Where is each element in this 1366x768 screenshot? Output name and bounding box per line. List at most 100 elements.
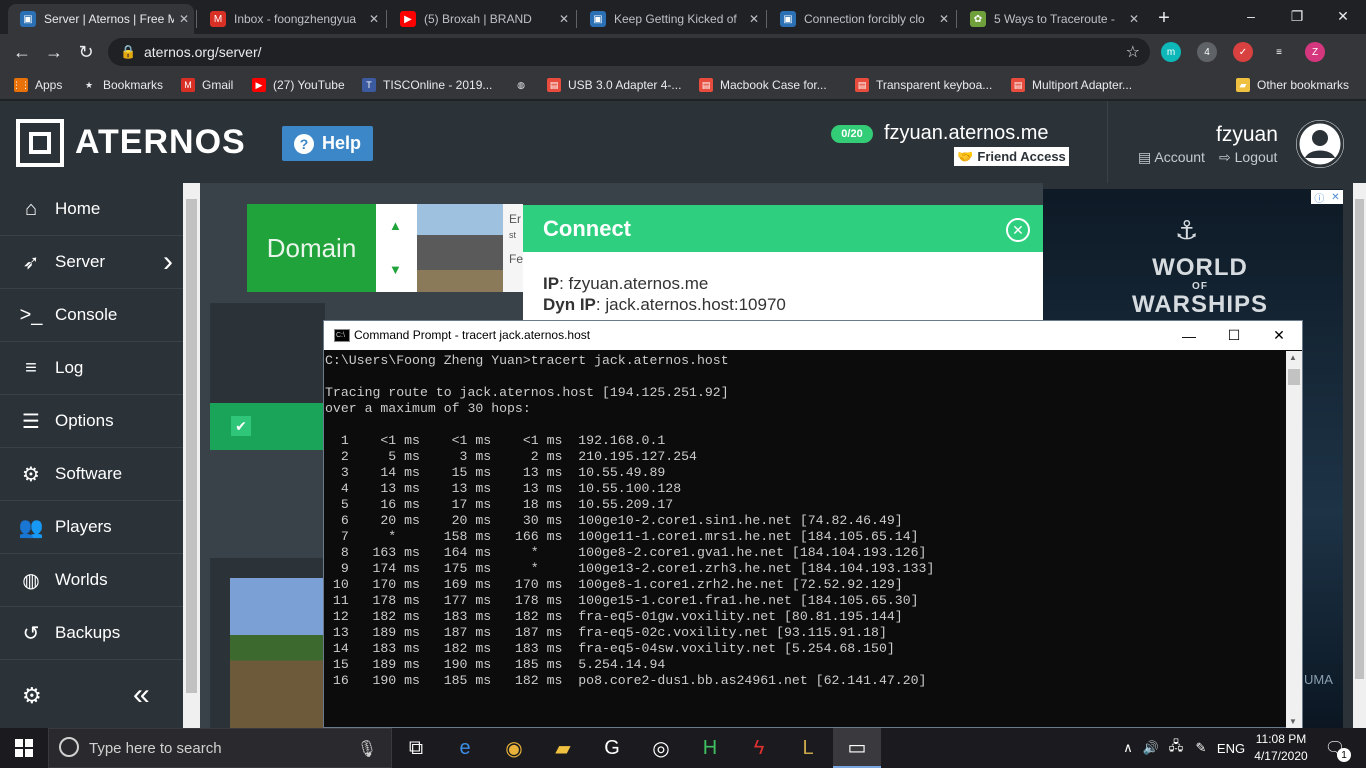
notification-center-icon[interactable]: 🗨 1 xyxy=(1320,728,1351,768)
aternos-sidebar: ⌂ Home ➶ Server › >_ Console ≡ Log ☰ Options ⚙ Softw… xyxy=(0,183,183,728)
new-tab-button[interactable]: + xyxy=(1152,6,1176,30)
start-button[interactable] xyxy=(0,728,48,768)
sidebar-item-software[interactable]: ⚙ Software xyxy=(0,448,183,501)
taskbar-clock[interactable]: 11:08 PM 4/17/2020 xyxy=(1250,728,1312,768)
window-close-button[interactable]: ✕ xyxy=(1320,0,1366,32)
aternos-logo-text[interactable]: ATERNOS xyxy=(75,123,246,162)
close-tab-icon[interactable]: ✕ xyxy=(934,12,954,26)
cmd-maximize-button[interactable]: ☐ xyxy=(1211,321,1257,350)
file-explorer-icon[interactable]: ▰ xyxy=(539,728,587,768)
window-minimize-button[interactable]: – xyxy=(1228,0,1274,32)
bookmark-star-icon[interactable]: ☆ xyxy=(1126,42,1140,62)
ad-text-snippet[interactable]: Er st Fe xyxy=(503,204,523,292)
sidebar-item-log[interactable]: ≡ Log xyxy=(0,342,183,395)
account-link[interactable]: ▤ Account xyxy=(1138,149,1205,166)
extension-icon[interactable]: Z xyxy=(1305,42,1325,62)
bookmark-item[interactable]: ▤ Multiport Adapter... xyxy=(1011,75,1132,95)
ad-down-arrow-icon[interactable]: ▼ xyxy=(389,262,402,277)
bookmark-item[interactable]: ▰ Other bookmarks xyxy=(1236,75,1349,95)
sidebar-item-home[interactable]: ⌂ Home xyxy=(0,183,183,236)
bookmark-item[interactable]: ▤ Macbook Case for... xyxy=(699,75,827,95)
close-tab-icon[interactable]: ✕ xyxy=(554,12,574,26)
close-tab-icon[interactable]: ✕ xyxy=(364,12,384,26)
ad-up-arrow-icon[interactable]: ▲ xyxy=(389,218,402,233)
cmd-close-button[interactable]: ✕ xyxy=(1256,321,1302,350)
bookmark-item[interactable]: ▶ (27) YouTube xyxy=(252,75,345,95)
youtube-icon: ▶ xyxy=(252,78,266,92)
ad-carousel-arrows[interactable]: ▲ ▼ xyxy=(376,204,417,292)
cmd-scrollbar[interactable]: ▲ ▼ xyxy=(1286,351,1302,728)
steam-icon[interactable]: ◎ xyxy=(637,728,685,768)
extension-icon[interactable]: m xyxy=(1161,42,1181,62)
sidebar-item-backups[interactable]: ↺ Backups xyxy=(0,607,183,660)
browser-tab[interactable]: ▣ Connection forcibly clo ✕ xyxy=(768,4,954,34)
bookmark-item[interactable]: ★ Bookmarks xyxy=(82,75,163,95)
collapse-sidebar-icon[interactable]: « xyxy=(133,678,150,712)
browser-tab[interactable]: ✿ 5 Ways to Traceroute - ✕ xyxy=(958,4,1144,34)
network-icon[interactable]: 🖧 xyxy=(1165,728,1187,768)
browser-tab[interactable]: ▣ Server | Aternos | Free M ✕ xyxy=(8,4,194,34)
close-icon[interactable]: ✕ xyxy=(1006,218,1030,242)
language-indicator[interactable]: ENG xyxy=(1214,728,1248,768)
league-of-legends-icon[interactable]: L xyxy=(784,728,832,768)
bookmark-item[interactable]: ▤ Transparent keyboa... xyxy=(855,75,992,95)
forward-button[interactable]: → xyxy=(42,40,66,64)
close-tab-icon[interactable]: ✕ xyxy=(174,12,194,26)
address-bar[interactable]: 🔒 aternos.org/server/ ☆ xyxy=(108,38,1150,66)
close-tab-icon[interactable]: ✕ xyxy=(1124,12,1144,26)
cmd-minimize-button[interactable]: — xyxy=(1166,321,1212,350)
tab-separator xyxy=(576,10,577,28)
back-button[interactable]: ← xyxy=(10,40,34,64)
bookmark-item[interactable]: ◍ xyxy=(514,75,535,95)
scroll-up-arrow-icon[interactable]: ▲ xyxy=(1289,353,1297,362)
edge-icon[interactable]: e xyxy=(441,728,489,768)
window-restore-button[interactable]: ❐ xyxy=(1274,0,1320,32)
browser-tab[interactable]: M Inbox - foongzhengyua ✕ xyxy=(198,4,384,34)
sidebar-item-players[interactable]: 👥 Players xyxy=(0,501,183,554)
ad-house-image[interactable] xyxy=(417,204,503,292)
help-button[interactable]: ? Help xyxy=(282,126,373,161)
flash-app-icon[interactable]: ϟ xyxy=(735,728,783,768)
aternos-logo-icon[interactable] xyxy=(16,119,64,167)
extension-icon[interactable]: 4 xyxy=(1197,42,1217,62)
ad-choices-icon[interactable]: ⓘ ✕ xyxy=(1311,190,1343,205)
reload-button[interactable]: ↻ xyxy=(74,40,98,64)
scroll-down-arrow-icon[interactable]: ▼ xyxy=(1289,717,1297,726)
volume-icon[interactable]: 🔊 xyxy=(1140,728,1162,768)
right-scrollbar[interactable] xyxy=(1353,183,1366,728)
close-tab-icon[interactable]: ✕ xyxy=(744,12,764,26)
browser-tab[interactable]: ▣ Keep Getting Kicked of ✕ xyxy=(578,4,764,34)
bookmark-item[interactable]: M Gmail xyxy=(181,75,233,95)
avatar[interactable] xyxy=(1296,120,1344,168)
bookmark-item[interactable]: ▤ USB 3.0 Adapter 4-... xyxy=(547,75,681,95)
sidebar-item-console[interactable]: >_ Console xyxy=(0,289,183,342)
friend-access-button[interactable]: 🤝 Friend Access xyxy=(954,147,1069,166)
cmd-output-line: 10 170 ms 169 ms 170 ms 100ge8-1.core1.z… xyxy=(325,577,903,592)
browser-tab[interactable]: ▶ (5) Broxah | BRAND ✕ xyxy=(388,4,574,34)
logout-link[interactable]: ⇨ Logout xyxy=(1219,149,1277,166)
task-view-icon[interactable]: ⧉ xyxy=(392,728,440,768)
bookmark-label: Macbook Case for... xyxy=(720,78,827,92)
taskbar-search-input[interactable]: Type here to search 🎙 xyxy=(48,728,392,768)
connect-ip-value: fzyuan.aternos.me xyxy=(568,274,709,293)
cmd-title-bar[interactable]: C:\ Command Prompt - tracert jack.aterno… xyxy=(324,321,1302,350)
command-prompt-icon[interactable]: ▭ xyxy=(833,728,881,768)
extension-icon[interactable]: ≡ xyxy=(1269,42,1289,62)
chrome-icon[interactable]: ◉ xyxy=(490,728,538,768)
minecraft-world-image xyxy=(230,578,325,728)
cmd-output[interactable]: C:\Users\Foong Zheng Yuan>tracert jack.a… xyxy=(324,351,1286,728)
h-app-icon[interactable]: H xyxy=(686,728,734,768)
page-scrollbar[interactable] xyxy=(183,183,200,728)
show-hidden-icons-icon[interactable]: ∧ xyxy=(1118,728,1138,768)
domain-ad-banner[interactable]: Domain xyxy=(247,204,376,292)
epic-games-icon[interactable]: G xyxy=(588,728,636,768)
pen-icon[interactable]: ✎ xyxy=(1190,728,1212,768)
bookmark-item[interactable]: ⋮⋮ Apps xyxy=(12,75,62,95)
sidebar-item-server[interactable]: ➶ Server › xyxy=(0,236,183,289)
sidebar-item-options[interactable]: ☰ Options xyxy=(0,395,183,448)
bookmark-item[interactable]: T TISCOnline - 2019... xyxy=(362,75,492,95)
extension-icon[interactable]: ✓ xyxy=(1233,42,1253,62)
settings-gear-icon[interactable]: ⚙ xyxy=(22,683,42,709)
microphone-icon[interactable]: 🎙 xyxy=(357,739,377,759)
sidebar-item-worlds[interactable]: ◍ Worlds xyxy=(0,554,183,607)
